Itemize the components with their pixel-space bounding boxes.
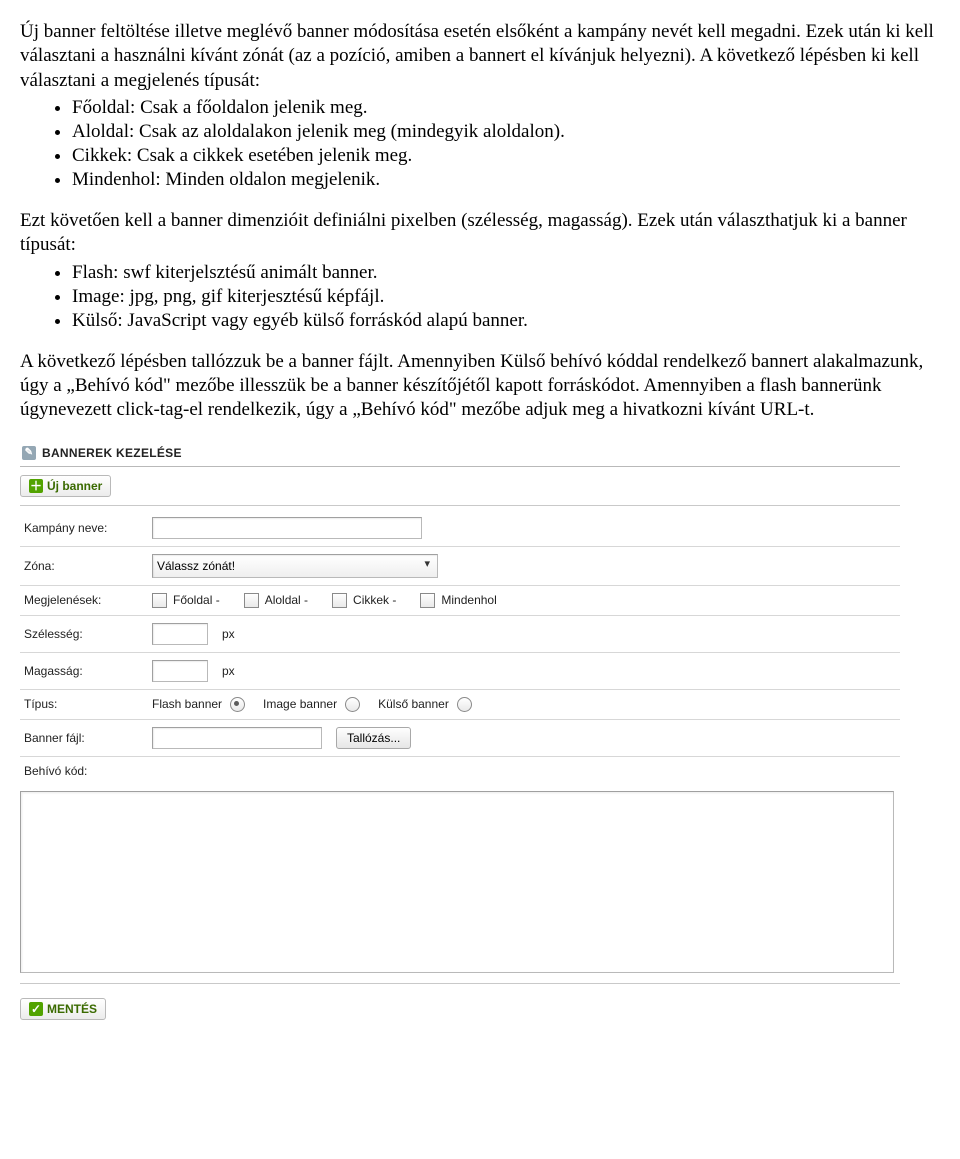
label-code: Behívó kód: (24, 764, 144, 778)
checkbox-mindenhol[interactable] (420, 593, 435, 608)
plus-icon: ＋ (29, 479, 43, 493)
checkbox-cikkek-label: Cikkek - (353, 593, 396, 607)
banner-type-list: Flash: swf kiterjelsztésű animált banner… (20, 262, 940, 332)
radio-kulso-label: Külső banner (378, 697, 449, 711)
paragraph-dimensions: Ezt követően kell a banner dimenzióit de… (20, 209, 940, 258)
behivo-kod-textarea[interactable] (20, 791, 894, 973)
edit-icon: ✎ (22, 446, 36, 460)
label-width: Szélesség: (24, 627, 144, 641)
height-unit: px (222, 664, 235, 678)
paragraph-file-code: A következő lépésben tallózzuk be a bann… (20, 350, 940, 423)
paragraph-intro: Új banner feltöltése illetve meglévő ban… (20, 20, 940, 93)
checkbox-fooldal[interactable] (152, 593, 167, 608)
label-height: Magasság: (24, 664, 144, 678)
row-campaign-name: Kampány neve: (20, 510, 900, 547)
row-zone: Zóna: (20, 547, 900, 586)
width-unit: px (222, 627, 235, 641)
row-appearances: Megjelenések: Főoldal - Aloldal - Cikkek… (20, 586, 900, 616)
list-item: Mindenhol: Minden oldalon megjelenik. (72, 169, 940, 191)
save-button[interactable]: ✓ MENTÉS (20, 998, 106, 1020)
radio-flash[interactable] (230, 697, 245, 712)
banner-form-panel: ✎ BANNEREK KEZELÉSE ＋ Új banner Kampány … (20, 443, 900, 1024)
row-width: Szélesség: px (20, 616, 900, 653)
width-input[interactable] (152, 623, 208, 645)
checkbox-cikkek[interactable] (332, 593, 347, 608)
radio-image[interactable] (345, 697, 360, 712)
check-icon: ✓ (29, 1002, 43, 1016)
zone-select[interactable] (152, 554, 438, 578)
row-banner-file: Banner fájl: Tallózás... (20, 720, 900, 757)
label-appearances: Megjelenések: (24, 593, 144, 607)
panel-title-text: BANNEREK KEZELÉSE (42, 446, 182, 460)
checkbox-aloldal[interactable] (244, 593, 259, 608)
save-button-label: MENTÉS (47, 1002, 97, 1016)
label-zone: Zóna: (24, 559, 144, 573)
row-behivo-kod: Behívó kód: (20, 757, 900, 785)
checkbox-mindenhol-label: Mindenhol (441, 593, 496, 607)
list-item: Főoldal: Csak a főoldalon jelenik meg. (72, 97, 940, 119)
list-item: Image: jpg, png, gif kiterjesztésű képfá… (72, 286, 940, 308)
label-file: Banner fájl: (24, 731, 144, 745)
list-item: Aloldal: Csak az aloldalakon jelenik meg… (72, 121, 940, 143)
radio-image-label: Image banner (263, 697, 337, 711)
radio-flash-label: Flash banner (152, 697, 222, 711)
radio-kulso[interactable] (457, 697, 472, 712)
list-item: Flash: swf kiterjelsztésű animált banner… (72, 262, 940, 284)
label-campaign: Kampány neve: (24, 521, 144, 535)
panel-title-bar: ✎ BANNEREK KEZELÉSE (20, 443, 900, 467)
checkbox-fooldal-label: Főoldal - (173, 593, 220, 607)
new-banner-button[interactable]: ＋ Új banner (20, 475, 111, 497)
appearance-type-list: Főoldal: Csak a főoldalon jelenik meg. A… (20, 97, 940, 191)
height-input[interactable] (152, 660, 208, 682)
checkbox-aloldal-label: Aloldal - (265, 593, 308, 607)
list-item: Külső: JavaScript vagy egyéb külső forrá… (72, 310, 940, 332)
campaign-name-input[interactable] (152, 517, 422, 539)
row-type: Típus: Flash banner Image banner Külső b… (20, 690, 900, 720)
label-type: Típus: (24, 697, 144, 711)
list-item: Cikkek: Csak a cikkek esetében jelenik m… (72, 145, 940, 167)
new-banner-label: Új banner (47, 479, 102, 493)
row-height: Magasság: px (20, 653, 900, 690)
banner-file-input[interactable] (152, 727, 322, 749)
browse-button[interactable]: Tallózás... (336, 727, 411, 749)
